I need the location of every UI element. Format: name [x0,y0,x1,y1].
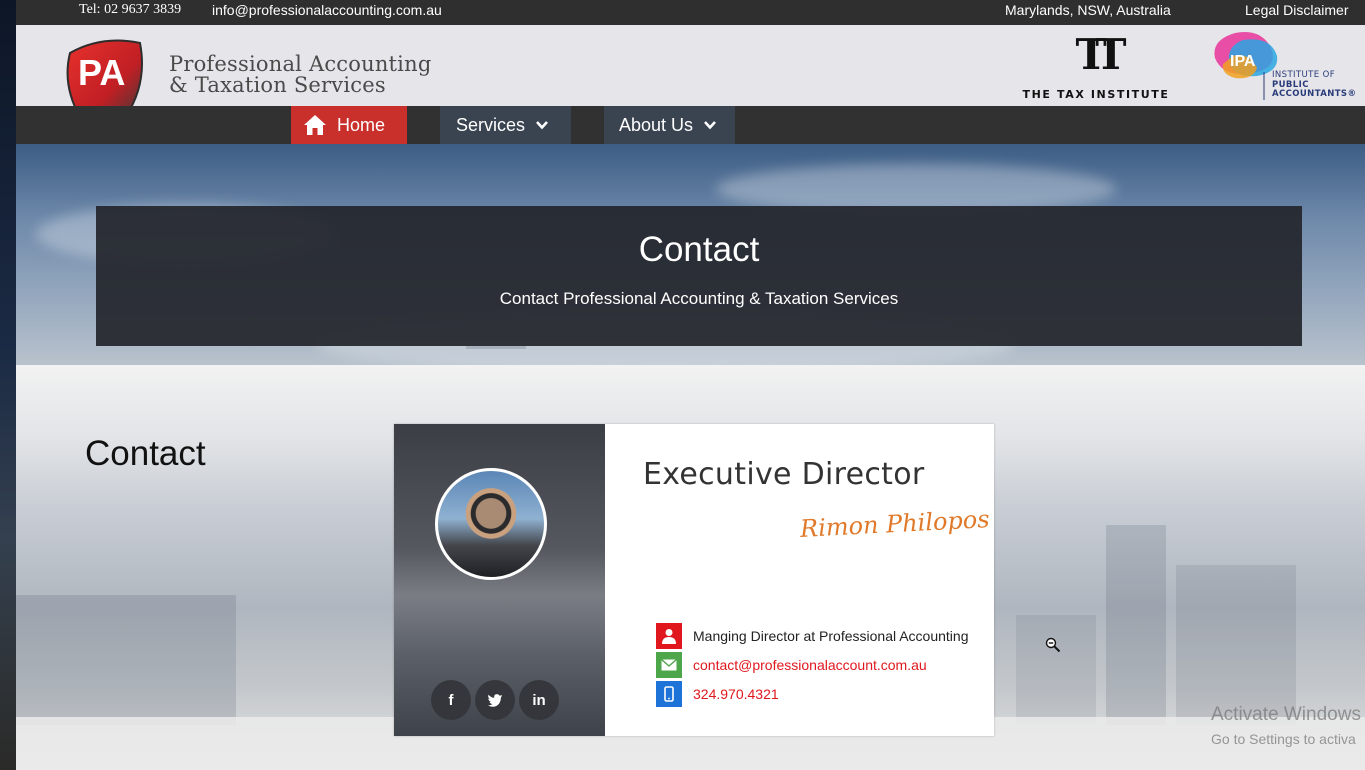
content-title: Contact [85,434,206,473]
email-row: contact@professionalaccount.com.au [656,652,927,678]
tax-institute-logo: TT THE TAX INSTITUTE [1016,32,1176,102]
nav-about-label: About Us [619,114,694,135]
main-nav: Home Services About Us [16,106,1365,144]
role-row: Manging Director at Professional Account… [656,623,969,649]
nav-home[interactable]: Home [291,106,407,144]
phone-link[interactable]: 324.970.4321 [693,686,779,702]
signature-text: Rimon Philopos [799,505,991,543]
chevron-down-icon [704,121,717,130]
city-decoration [1016,615,1096,725]
contact-card: f in Executive Director Rimon Philopos M… [394,424,994,736]
nav-about[interactable]: About Us [604,106,735,144]
card-title: Executive Director [643,457,925,492]
city-decoration [16,595,236,725]
hero-subtitle: Contact Professional Accounting & Taxati… [499,289,899,308]
home-icon [304,115,326,135]
city-decoration [1176,565,1296,725]
avatar [435,468,547,580]
twitter-icon[interactable] [475,680,515,720]
brand-name-line2: & Taxation Services [169,73,386,97]
linkedin-icon[interactable]: in [519,680,559,720]
zoom-out-cursor-icon [1045,637,1061,653]
email-link[interactable]: info@professionalaccounting.com.au [212,2,442,18]
nav-home-label: Home [337,114,386,135]
chevron-down-icon [536,121,548,130]
email-link[interactable]: contact@professionalaccount.com.au [693,657,927,673]
phone-text: Tel: 02 9637 3839 [79,2,182,17]
site-header: PA Professional Accounting & Taxation Se… [16,25,1365,124]
content-area: Contact f in Executive Director Rimon Ph… [16,365,1365,770]
card-profile-panel: f in [394,424,605,736]
hero-banner: Contact Contact Professional Accounting … [16,144,1365,365]
hero-indicator [466,346,526,349]
windows-activation-watermark: Activate Windows Go to Settings to activ… [1211,704,1361,747]
nav-services-label: Services [456,114,526,135]
role-text: Manging Director at Professional Account… [693,628,969,644]
mobile-icon [656,681,682,707]
svg-text:PA: PA [78,52,125,93]
nav-services[interactable]: Services [440,106,571,144]
watermark-line1: Activate Windows [1211,704,1361,725]
hero-title: Contact [638,230,760,269]
top-bar: Tel: 02 9637 3839 info@professionalaccou… [16,0,1365,25]
tax-institute-label: THE TAX INSTITUTE [1022,88,1170,101]
user-icon [656,623,682,649]
legal-disclaimer-link[interactable]: Legal Disclaimer [1245,2,1348,18]
city-decoration [1106,525,1166,725]
tt-mark-icon: TT [1075,30,1126,79]
watermark-line2: Go to Settings to activa [1211,731,1356,747]
ipa-label: INSTITUTE OF PUBLIC ACCOUNTANTS® [1272,70,1357,99]
background-strip [0,0,16,770]
location-text: Marylands, NSW, Australia [1005,2,1171,18]
phone-row: 324.970.4321 [656,681,779,707]
svg-text:IPA: IPA [1230,53,1256,70]
mail-icon [656,652,682,678]
facebook-icon[interactable]: f [431,680,471,720]
hero-title-box: Contact Contact Professional Accounting … [96,206,1302,346]
